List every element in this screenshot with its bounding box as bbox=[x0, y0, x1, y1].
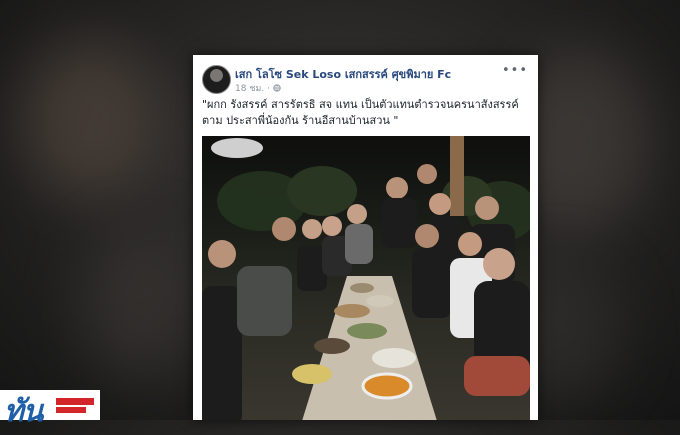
logo-stripe bbox=[56, 398, 94, 405]
avatar[interactable] bbox=[202, 65, 231, 94]
post-meta: 18 ชม. · bbox=[235, 81, 281, 95]
post-time[interactable]: 18 ชม. bbox=[235, 84, 264, 94]
post-header: เสก โลโซ Sek Loso เสกสรรค์ ศุขพิมาย Fc 1… bbox=[202, 63, 530, 95]
more-options-icon[interactable]: ••• bbox=[502, 63, 528, 78]
post-text: "ผกก รังสรรค์ สารรัตรธิ สจ แทน เป็นตัวแท… bbox=[202, 98, 519, 127]
background-blur-shape bbox=[80, 230, 200, 380]
background-blur-shape bbox=[20, 40, 160, 200]
logo-mark: ทัน bbox=[4, 394, 43, 429]
group-dinner-photo[interactable] bbox=[202, 136, 530, 420]
facebook-post-card: เสก โลโซ Sek Loso เสกสรรค์ ศุขพิมาย Fc 1… bbox=[193, 55, 538, 420]
globe-icon: · bbox=[267, 84, 281, 94]
logo-stripe bbox=[56, 407, 86, 413]
channel-logo-icon: ทัน bbox=[0, 390, 100, 429]
